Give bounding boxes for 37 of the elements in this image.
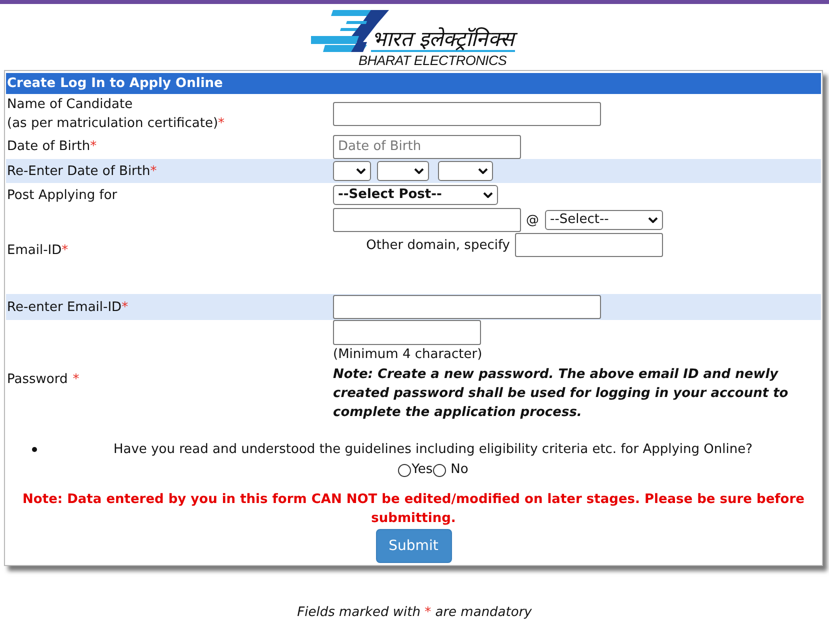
form-header: Create Log In to Apply Online — [6, 73, 821, 94]
password-note: Note: Create a new password. The above email ID and newly created password shall be used for logging in your account to complete the application process. — [333, 366, 790, 422]
submit-button[interactable]: Submit — [376, 529, 452, 563]
domain-select[interactable]: --Select-- — [545, 210, 663, 230]
field-label: Name of Candidate (as per matriculation certificate)* — [7, 96, 225, 133]
radio-label[interactable]: No — [450, 460, 468, 480]
field-label: Password * — [7, 370, 80, 388]
field-label: Re-enter Email-ID* — [7, 298, 128, 316]
logo-english-name: BHARAT ELECTRONICS — [358, 52, 508, 69]
post-select[interactable]: --Select Post-- — [333, 185, 498, 205]
text-input[interactable] — [333, 102, 601, 126]
radio-button[interactable] — [398, 464, 411, 476]
field-label: Date of Birth* — [7, 138, 97, 156]
chevron-icon — [483, 192, 493, 198]
chevron-icon — [648, 217, 658, 223]
mandatory-note: Fields marked with * are mandatory — [296, 604, 533, 622]
radio-label[interactable]: Yes — [412, 460, 433, 480]
field-label: Post Applying for — [7, 186, 118, 204]
chevron-icon — [478, 168, 488, 174]
chevron-icon — [414, 168, 424, 174]
bullet-icon — [32, 447, 37, 452]
at-symbol: @ — [526, 212, 539, 228]
date-input[interactable]: Date of Birth — [333, 134, 521, 158]
warning-note: Note: Data entered by you in this form CAN NOT be edited/modified on later stages. Please be sure before submitting. — [22, 491, 806, 528]
field-label: Re-Enter Date of Birth* — [7, 162, 157, 180]
password-hint: (Minimum 4 character) — [333, 346, 484, 364]
question-text: Have you read and understood the guidelines including eligibility criteria etc. for Applying Online? — [112, 441, 754, 459]
date-part-select[interactable] — [333, 161, 371, 181]
password-input[interactable] — [333, 320, 481, 345]
email-input[interactable] — [333, 208, 521, 232]
field-label: Email-ID* — [7, 242, 68, 260]
logo-hindi-name: भारत इलेक्ट्रॉनिक्स — [370, 28, 516, 52]
chevron-icon — [356, 168, 366, 174]
other-domain-label: Other domain, specify — [366, 238, 510, 252]
radio-button[interactable] — [432, 464, 446, 476]
other-domain-input[interactable] — [515, 233, 663, 257]
text-input[interactable] — [333, 295, 601, 319]
